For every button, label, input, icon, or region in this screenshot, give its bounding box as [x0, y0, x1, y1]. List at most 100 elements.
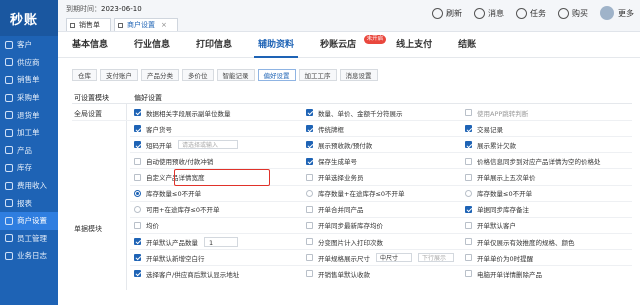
- sub-tab-5[interactable]: 偏好设置: [257, 69, 296, 81]
- checkbox[interactable]: [465, 109, 472, 117]
- checkbox[interactable]: [134, 254, 141, 262]
- buy-button[interactable]: 购买: [558, 7, 588, 19]
- sub-tab-3[interactable]: 多价位: [182, 69, 214, 81]
- pref-label: 传统牌框: [318, 125, 344, 134]
- checkbox[interactable]: [306, 141, 313, 149]
- pref-option: 开单单价为0时提醒: [465, 251, 533, 265]
- sidebar-item-label: 商户设置: [17, 216, 47, 226]
- checkbox[interactable]: [465, 205, 472, 213]
- more-button[interactable]: 更多: [618, 8, 634, 19]
- checkbox[interactable]: [134, 221, 141, 229]
- radio-button[interactable]: [134, 189, 141, 197]
- checkbox[interactable]: [134, 141, 141, 149]
- checkbox[interactable]: [465, 141, 472, 149]
- sub-tab-4[interactable]: 智能记录: [216, 69, 255, 81]
- pref-label: 交易记录: [477, 125, 503, 134]
- sidebar-item-2[interactable]: 销售单: [0, 71, 58, 89]
- checkbox[interactable]: [465, 270, 472, 278]
- pref-option: 开单合并同产品: [306, 203, 364, 217]
- pref-option: 客户货号: [134, 122, 172, 136]
- checkbox[interactable]: [134, 157, 141, 165]
- checkbox[interactable]: [306, 109, 313, 117]
- refresh-icon: [432, 7, 443, 19]
- sidebar-item-1[interactable]: 供应商: [0, 54, 58, 72]
- checkbox[interactable]: [134, 125, 141, 133]
- main-tab-6[interactable]: 结账: [458, 32, 476, 58]
- divider: [130, 136, 632, 138]
- pref-label: 均价: [146, 222, 159, 231]
- checkbox[interactable]: [465, 238, 472, 246]
- pref-option: 开单规格展示尺寸 中尺寸 下行展示: [306, 251, 454, 265]
- radio-button[interactable]: [306, 189, 313, 197]
- expire-date: 2023-06-10: [101, 5, 142, 13]
- sidebar-item-10[interactable]: 商户设置: [0, 211, 58, 230]
- checkbox[interactable]: [465, 254, 472, 262]
- doc-icon: [70, 23, 75, 28]
- checkbox[interactable]: [306, 254, 313, 262]
- main-tab-5[interactable]: 线上支付: [396, 32, 432, 58]
- sidebar-item-4[interactable]: 退货单: [0, 106, 58, 124]
- pref-option: 开单默认客户: [465, 219, 516, 233]
- sidebar-item-9[interactable]: 报表: [0, 194, 58, 212]
- checkbox[interactable]: [306, 157, 313, 165]
- main-tab-4[interactable]: 秒账云店 未开启: [320, 32, 387, 58]
- avatar[interactable]: [600, 6, 614, 20]
- checkbox[interactable]: [134, 270, 141, 278]
- checkbox[interactable]: [465, 157, 472, 165]
- pref-label: 开单合并同产品: [318, 206, 364, 215]
- quantity-input[interactable]: 1: [204, 236, 238, 247]
- more-label: 更多: [618, 8, 634, 18]
- sidebar-item-6[interactable]: 产品: [0, 142, 58, 160]
- checkbox[interactable]: [306, 238, 313, 246]
- pref-option: 开销售单默认收款: [306, 267, 370, 281]
- checkbox[interactable]: [134, 173, 141, 181]
- checkbox[interactable]: [306, 221, 313, 229]
- module-header: 可设置模块: [74, 94, 109, 102]
- sidebar-item-11[interactable]: 员工管理: [0, 230, 58, 248]
- main-tab-3[interactable]: 辅助资料: [254, 32, 299, 58]
- chart-icon: [5, 199, 13, 208]
- sub-tab-7[interactable]: 消息设置: [339, 69, 378, 81]
- checkbox[interactable]: [465, 173, 472, 181]
- main-tab-2[interactable]: 打印信息: [196, 32, 232, 58]
- pref-option: 选择客户/供应商后默认显示地址: [134, 267, 239, 281]
- refresh-button[interactable]: 刷新: [432, 7, 462, 19]
- close-icon[interactable]: ×: [161, 21, 167, 29]
- sidebar-item-7[interactable]: 库存: [0, 159, 58, 177]
- checkbox[interactable]: [134, 109, 141, 117]
- radio-button[interactable]: [465, 189, 472, 197]
- main-tab-1[interactable]: 行业信息: [134, 32, 170, 58]
- checkbox[interactable]: [306, 205, 313, 213]
- sub-tab-6[interactable]: 加工工序: [298, 69, 337, 81]
- checkbox[interactable]: [465, 125, 472, 133]
- main-tabs: 基本信息 行业信息 打印信息 辅助资料 秒账云店 未开启 线上支付 结账: [58, 32, 640, 58]
- pref-label: 库存数量≤0不开单: [146, 190, 202, 199]
- main-tab-label: 线上支付: [396, 39, 433, 50]
- sidebar-item-label: 退货单: [17, 110, 40, 120]
- checkbox[interactable]: [306, 125, 313, 133]
- tab-merchant-settings[interactable]: 商户设置 ×: [114, 18, 178, 31]
- radio-button[interactable]: [134, 205, 141, 213]
- tab-sales-order[interactable]: 销售单: [66, 18, 111, 31]
- sidebar-item-3[interactable]: 采购单: [0, 89, 58, 107]
- sub-tab-1[interactable]: 支付账户: [100, 69, 138, 81]
- select-input[interactable]: 下行展示: [418, 253, 454, 263]
- main-tab-0[interactable]: 基本信息: [72, 32, 108, 58]
- checkbox[interactable]: [306, 270, 313, 278]
- sidebar-item-5[interactable]: 加工单: [0, 124, 58, 142]
- checkbox[interactable]: [465, 221, 472, 229]
- message-button[interactable]: 消息: [474, 7, 504, 19]
- sidebar-item-8[interactable]: 费用收入: [0, 177, 58, 195]
- task-button[interactable]: 任务: [516, 7, 546, 19]
- sidebar-item-label: 供应商: [17, 57, 40, 67]
- sidebar-item-12[interactable]: 业务日志: [0, 247, 58, 265]
- select-input[interactable]: 中尺寸: [376, 253, 412, 263]
- main-tab-label: 秒账云店: [320, 39, 357, 50]
- sidebar-item-0[interactable]: 客户: [0, 36, 58, 54]
- sub-tab-2[interactable]: 产品分类: [141, 69, 179, 81]
- checkbox[interactable]: [134, 238, 141, 246]
- buy-label: 购买: [572, 8, 588, 18]
- select-input[interactable]: 请选择或输入: [178, 140, 238, 150]
- sub-tab-0[interactable]: 仓库: [72, 69, 97, 81]
- checkbox[interactable]: [306, 173, 313, 181]
